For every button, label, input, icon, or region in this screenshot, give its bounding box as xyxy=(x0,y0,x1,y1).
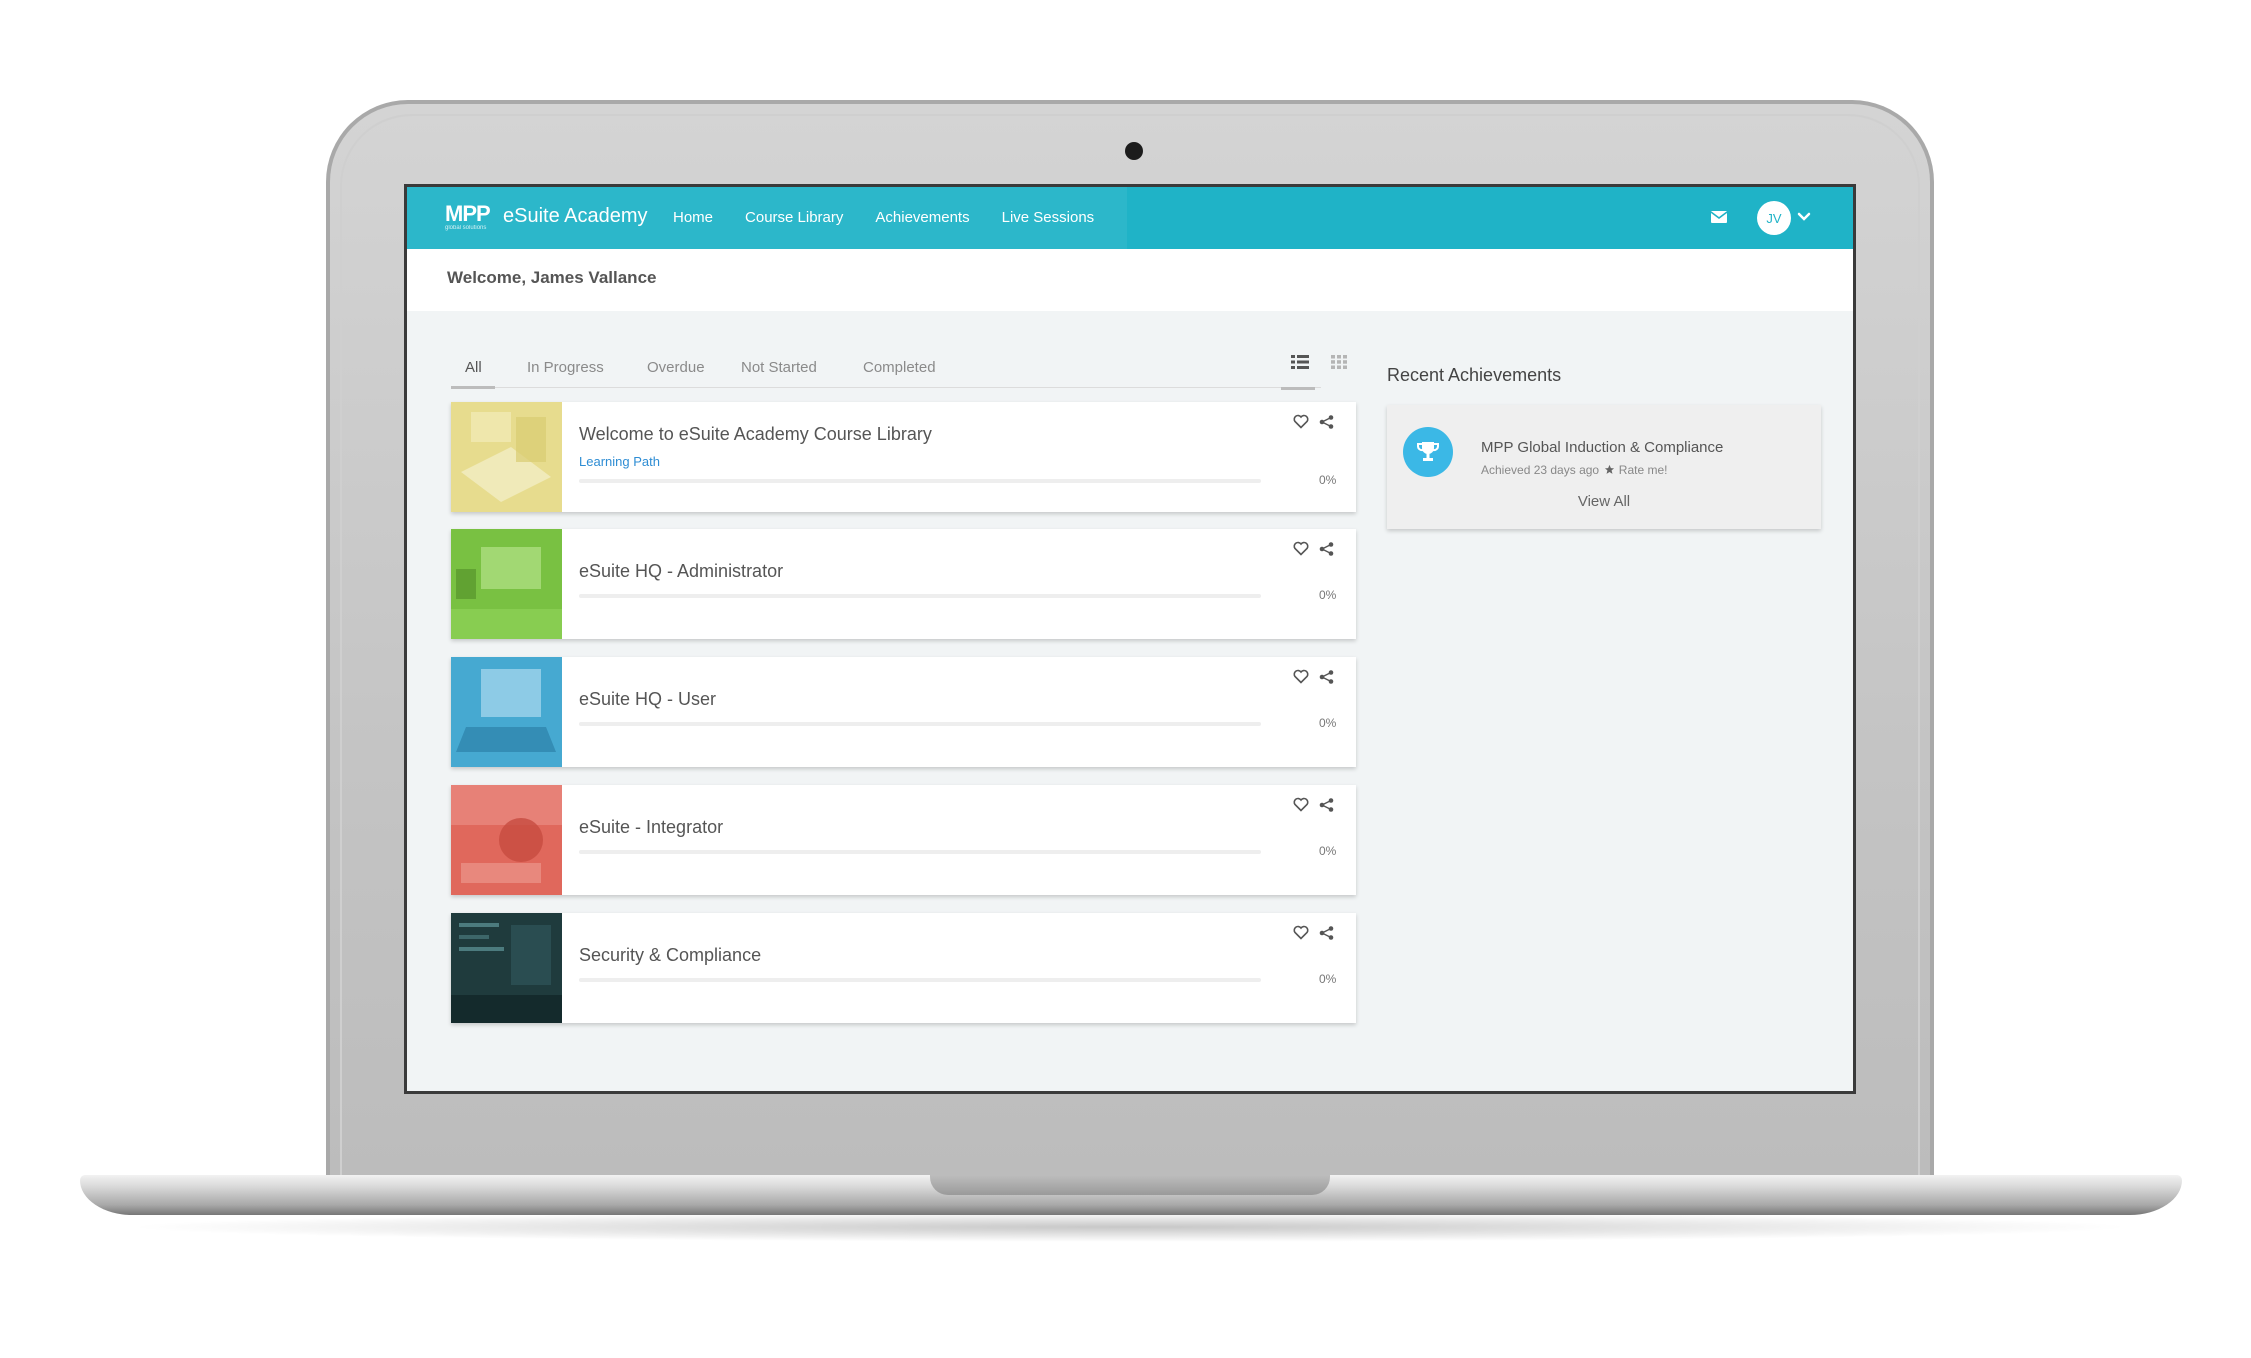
progress-percent: 0% xyxy=(1319,588,1337,602)
laptop-shadow xyxy=(120,1212,2140,1242)
course-thumbnail-image xyxy=(451,657,562,767)
webcam xyxy=(1125,142,1143,160)
tab-in-progress[interactable]: In Progress xyxy=(527,359,604,376)
course-thumbnail-image xyxy=(451,402,562,512)
nav-course-library[interactable]: Course Library xyxy=(745,209,843,226)
achievement-card: MPP Global Induction & Compliance Achiev… xyxy=(1387,405,1821,529)
grid-view-icon[interactable] xyxy=(1331,355,1347,369)
view-all-link[interactable]: View All xyxy=(1387,493,1821,510)
heart-icon[interactable] xyxy=(1293,541,1309,556)
top-navigation-bar: MPP global solutions eSuite Academy Home… xyxy=(407,187,1853,249)
course-title[interactable]: Welcome to eSuite Academy Course Library xyxy=(579,424,932,445)
share-icon[interactable] xyxy=(1319,926,1334,940)
nav-live-sessions[interactable]: Live Sessions xyxy=(1002,209,1095,226)
welcome-message: Welcome, James Vallance xyxy=(447,268,657,287)
active-view-indicator xyxy=(1281,387,1315,390)
user-avatar[interactable]: JV xyxy=(1757,201,1791,235)
tab-not-started[interactable]: Not Started xyxy=(741,359,817,376)
app-screen: MPP global solutions eSuite Academy Home… xyxy=(404,184,1856,1094)
tab-completed[interactable]: Completed xyxy=(863,359,936,376)
active-tab-indicator xyxy=(451,386,495,389)
progress-percent: 0% xyxy=(1319,716,1337,730)
progress-bar xyxy=(579,722,1261,726)
progress-bar xyxy=(579,850,1261,854)
course-card[interactable]: Welcome to eSuite Academy Course Library… xyxy=(451,402,1356,512)
nav-achievements[interactable]: Achievements xyxy=(875,209,969,226)
progress-percent: 0% xyxy=(1319,473,1337,487)
main-nav: Home Course Library Achievements Live Se… xyxy=(673,209,1094,226)
recent-achievements-heading: Recent Achievements xyxy=(1387,365,1562,385)
tab-overdue[interactable]: Overdue xyxy=(647,359,705,376)
progress-bar xyxy=(579,479,1261,483)
star-icon[interactable] xyxy=(1604,464,1615,475)
course-filter-tabs: All In Progress Overdue Not Started Comp… xyxy=(451,351,1321,389)
logo-subtext: global solutions xyxy=(445,225,487,231)
heart-icon[interactable] xyxy=(1293,925,1309,940)
laptop-notch xyxy=(930,1175,1330,1195)
course-card[interactable]: eSuite HQ - Administrator 0% xyxy=(451,529,1356,639)
course-thumbnail xyxy=(451,657,562,767)
progress-bar xyxy=(579,978,1261,982)
share-icon[interactable] xyxy=(1319,670,1334,684)
welcome-bar: Welcome, James Vallance xyxy=(407,249,1853,311)
achievement-meta: Achieved 23 days ago Rate me! xyxy=(1481,463,1667,477)
achievement-name[interactable]: MPP Global Induction & Compliance xyxy=(1481,439,1723,456)
course-title[interactable]: eSuite HQ - User xyxy=(579,689,716,710)
mpp-logo[interactable]: MPP global solutions xyxy=(445,201,491,232)
course-thumbnail xyxy=(451,529,562,639)
heart-icon[interactable] xyxy=(1293,797,1309,812)
course-title[interactable]: eSuite - Integrator xyxy=(579,817,723,838)
course-thumbnail-image xyxy=(451,529,562,639)
rate-me-link[interactable]: Rate me! xyxy=(1619,463,1668,477)
course-thumbnail-image xyxy=(451,913,562,1023)
course-card[interactable]: eSuite - Integrator 0% xyxy=(451,785,1356,895)
brand-title[interactable]: eSuite Academy xyxy=(503,205,648,228)
course-card[interactable]: eSuite HQ - User 0% xyxy=(451,657,1356,767)
share-icon[interactable] xyxy=(1319,798,1334,812)
mail-icon[interactable] xyxy=(1711,211,1727,223)
tab-all[interactable]: All xyxy=(465,359,482,376)
progress-percent: 0% xyxy=(1319,972,1337,986)
course-type-label[interactable]: Learning Path xyxy=(579,454,660,469)
course-thumbnail-image xyxy=(451,785,562,895)
trophy-icon xyxy=(1403,427,1453,477)
chevron-down-icon[interactable] xyxy=(1797,211,1811,223)
progress-bar xyxy=(579,594,1261,598)
heart-icon[interactable] xyxy=(1293,414,1309,429)
logo-text: MPP xyxy=(445,201,491,226)
course-title[interactable]: eSuite HQ - Administrator xyxy=(579,561,783,582)
progress-percent: 0% xyxy=(1319,844,1337,858)
list-view-icon[interactable] xyxy=(1291,355,1309,369)
course-thumbnail xyxy=(451,785,562,895)
course-thumbnail xyxy=(451,913,562,1023)
course-thumbnail xyxy=(451,402,562,512)
nav-home[interactable]: Home xyxy=(673,209,713,226)
achievement-date: Achieved 23 days ago xyxy=(1481,463,1600,477)
heart-icon[interactable] xyxy=(1293,669,1309,684)
share-icon[interactable] xyxy=(1319,542,1334,556)
share-icon[interactable] xyxy=(1319,415,1334,429)
course-title[interactable]: Security & Compliance xyxy=(579,945,761,966)
course-card[interactable]: Security & Compliance 0% xyxy=(451,913,1356,1023)
